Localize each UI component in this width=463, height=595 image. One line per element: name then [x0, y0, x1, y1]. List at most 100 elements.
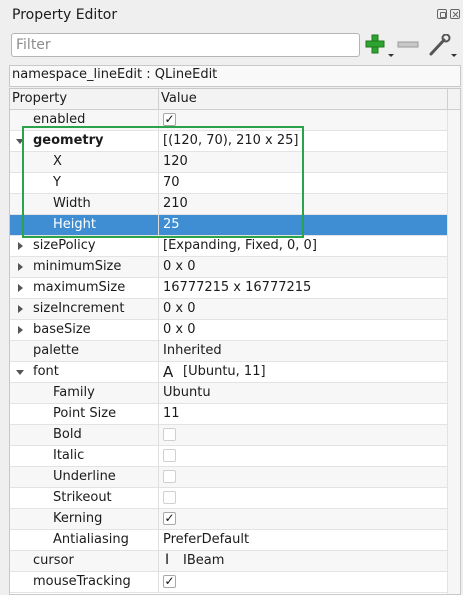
row-palette[interactable]: palette Inherited	[10, 341, 447, 362]
italic-checkbox[interactable]	[163, 449, 176, 462]
mousetracking-checkbox[interactable]: ✓	[163, 575, 176, 588]
property-value: 0 x 0	[163, 322, 196, 337]
row-cursor[interactable]: cursor I IBeam	[10, 551, 447, 572]
row-font[interactable]: font A [Ubuntu, 11]	[10, 362, 447, 383]
property-value: [Ubuntu, 11]	[183, 364, 266, 379]
panel-titlebar: Property Editor	[0, 0, 463, 30]
row-font-underline[interactable]: Underline	[10, 467, 447, 488]
row-minimumsize[interactable]: minimumSize 0 x 0	[10, 257, 447, 278]
row-geometry-x[interactable]: X 120	[10, 152, 447, 173]
property-label: Height	[53, 217, 96, 232]
property-label: sizeIncrement	[33, 301, 125, 316]
property-value: Inherited	[163, 343, 222, 358]
row-font-strikeout[interactable]: Strikeout	[10, 488, 447, 509]
header-value[interactable]: Value	[161, 91, 197, 106]
expand-arrow-icon[interactable]	[18, 305, 23, 313]
property-value: 70	[163, 175, 180, 190]
property-label: minimumSize	[33, 259, 122, 274]
row-font-italic[interactable]: Italic	[10, 446, 447, 467]
property-value: Ubuntu	[163, 385, 211, 400]
property-label: Kerning	[53, 511, 103, 526]
property-label: Width	[53, 196, 91, 211]
expand-arrow-icon[interactable]	[16, 139, 24, 144]
property-value: 120	[163, 154, 188, 169]
property-label: font	[33, 364, 59, 379]
property-label: sizePolicy	[33, 238, 96, 253]
remove-property-button[interactable]	[395, 34, 425, 56]
property-label: Underline	[53, 469, 116, 484]
header-divider	[158, 89, 159, 110]
header-property[interactable]: Property	[12, 91, 67, 106]
wrench-icon	[429, 34, 451, 56]
property-value: 210	[163, 196, 188, 211]
property-label: mouseTracking	[33, 574, 131, 589]
property-value: 16777215 x 16777215	[163, 280, 312, 295]
property-value: [Expanding, Fixed, 0, 0]	[163, 238, 317, 253]
row-sizepolicy[interactable]: sizePolicy [Expanding, Fixed, 0, 0]	[10, 236, 447, 257]
property-label: maximumSize	[33, 280, 126, 295]
row-sizeincrement[interactable]: sizeIncrement 0 x 0	[10, 299, 447, 320]
filter-field[interactable]	[11, 33, 360, 57]
property-label: Y	[53, 175, 61, 190]
property-label: X	[53, 154, 62, 169]
row-font-pointsize[interactable]: Point Size 11	[10, 404, 447, 425]
property-label: Italic	[53, 448, 85, 463]
expand-arrow-icon[interactable]	[18, 263, 23, 271]
row-basesize[interactable]: baseSize 0 x 0	[10, 320, 447, 341]
property-label: baseSize	[33, 322, 91, 337]
property-value: 0 x 0	[163, 301, 196, 316]
row-geometry[interactable]: geometry [(120, 70), 210 x 25]	[10, 131, 447, 152]
font-icon: A	[163, 363, 174, 381]
expand-arrow-icon[interactable]	[18, 284, 23, 292]
property-label: Family	[53, 385, 95, 400]
row-geometry-height[interactable]: Height 25	[10, 215, 447, 236]
vertical-scrollbar[interactable]	[447, 110, 460, 594]
panel-title: Property Editor	[12, 7, 118, 23]
property-label: enabled	[33, 112, 86, 127]
property-label: Antialiasing	[53, 532, 129, 547]
expand-arrow-icon[interactable]	[18, 326, 23, 334]
property-value: PreferDefault	[163, 532, 250, 547]
property-label: Bold	[53, 427, 82, 442]
property-label: Point Size	[53, 406, 117, 421]
property-value: IBeam	[183, 553, 225, 568]
property-value: 25	[163, 217, 180, 232]
strikeout-checkbox[interactable]	[163, 491, 176, 504]
kerning-checkbox[interactable]: ✓	[163, 512, 176, 525]
close-icon[interactable]	[450, 9, 460, 19]
minus-icon	[397, 41, 419, 48]
row-geometry-y[interactable]: Y 70	[10, 173, 447, 194]
add-property-button[interactable]	[364, 34, 394, 57]
configure-dropdown-arrow-icon	[451, 54, 457, 57]
bold-checkbox[interactable]	[163, 428, 176, 441]
property-value: 0 x 0	[163, 259, 196, 274]
row-geometry-width[interactable]: Width 210	[10, 194, 447, 215]
table-header: Property Value	[10, 89, 460, 110]
row-font-bold[interactable]: Bold	[10, 425, 447, 446]
row-font-antialiasing[interactable]: Antialiasing PreferDefault	[10, 530, 447, 551]
enabled-checkbox[interactable]: ✓	[163, 113, 176, 126]
row-enabled[interactable]: enabled ✓	[10, 110, 447, 131]
object-class-label: namespace_lineEdit : QLineEdit	[9, 65, 461, 87]
row-font-family[interactable]: Family Ubuntu	[10, 383, 447, 404]
expand-arrow-icon[interactable]	[18, 242, 23, 250]
property-table: Property Value enabled ✓ geometry [(120,…	[9, 88, 461, 595]
header-divider-end	[447, 89, 448, 110]
row-maximumsize[interactable]: maximumSize 16777215 x 16777215	[10, 278, 447, 299]
row-font-kerning[interactable]: Kerning ✓	[10, 509, 447, 530]
configure-button[interactable]	[427, 34, 457, 57]
filter-input[interactable]	[16, 36, 354, 54]
row-mousetracking[interactable]: mouseTracking ✓	[10, 572, 447, 593]
property-rows: enabled ✓ geometry [(120, 70), 210 x 25]…	[10, 110, 447, 593]
ibeam-cursor-icon: I	[165, 552, 170, 568]
plus-icon	[365, 34, 385, 54]
underline-checkbox[interactable]	[163, 470, 176, 483]
property-value: [(120, 70), 210 x 25]	[163, 133, 299, 148]
property-label: Strikeout	[53, 490, 112, 505]
float-icon[interactable]	[437, 9, 447, 19]
add-dropdown-arrow-icon	[388, 54, 394, 57]
expand-arrow-icon[interactable]	[16, 370, 24, 375]
property-label: geometry	[33, 133, 104, 148]
property-label: cursor	[33, 553, 74, 568]
property-value: 11	[163, 406, 180, 421]
